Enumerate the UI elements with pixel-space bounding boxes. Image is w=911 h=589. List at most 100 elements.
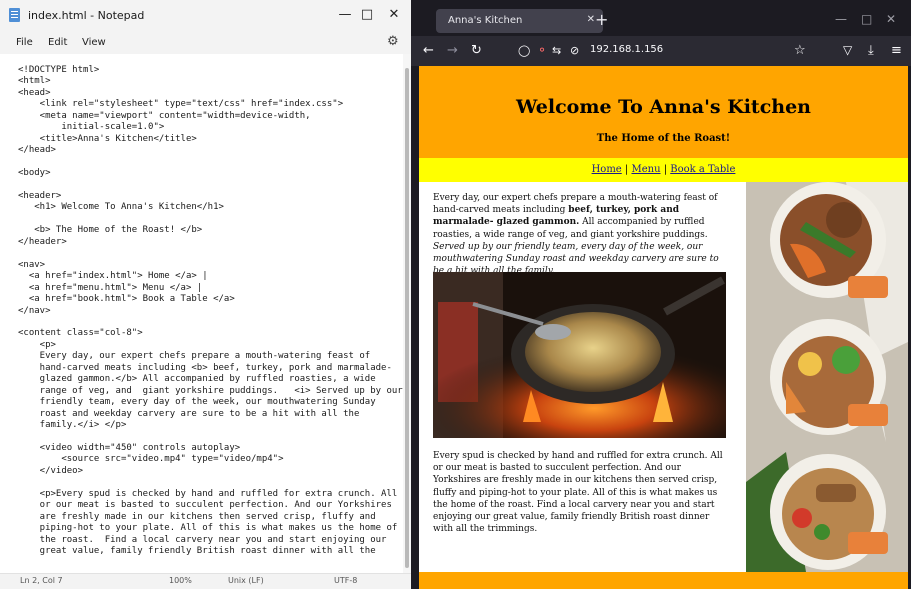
code-line[interactable] <box>18 432 403 443</box>
code-line[interactable]: </video> <box>18 466 403 477</box>
code-line[interactable]: <a href="index.html"> Home </a> | <box>18 271 403 282</box>
tab-close-icon[interactable]: ✕ <box>587 14 595 25</box>
minimize-icon[interactable]: — <box>336 6 354 24</box>
code-line[interactable]: <p>Every spud is checked by hand and ruf… <box>18 489 403 500</box>
forward-arrow-icon[interactable]: → <box>447 43 458 58</box>
code-line[interactable]: </nav> <box>18 306 403 317</box>
menu-view[interactable]: View <box>82 37 106 48</box>
status-encoding: UTF-8 <box>334 576 358 585</box>
code-line[interactable]: <source src="video.mp4" type="video/mp4"… <box>18 454 403 465</box>
code-line[interactable] <box>18 317 403 328</box>
insecure-lock-icon[interactable]: ⚬ <box>537 43 547 57</box>
tab-title: Anna's Kitchen <box>448 15 523 26</box>
code-line[interactable]: piping-hot to your plate. All of this is… <box>18 523 403 534</box>
nav-separator: | <box>621 164 632 175</box>
code-line[interactable]: the roast. Find a local carvery near you… <box>18 535 403 546</box>
nav-link-home[interactable]: Home <box>592 164 622 175</box>
code-line[interactable]: </header> <box>18 237 403 248</box>
scrollbar-thumb[interactable] <box>405 68 409 568</box>
new-tab-icon[interactable]: + <box>595 10 608 29</box>
browser-tab[interactable]: Anna's Kitchen ✕ <box>436 9 603 33</box>
code-line[interactable] <box>18 157 403 168</box>
nav-link-menu[interactable]: Menu <box>631 164 660 175</box>
code-line[interactable]: <video width="450" controls autoplay> <box>18 443 403 454</box>
menu-edit[interactable]: Edit <box>48 37 67 48</box>
code-line[interactable] <box>18 248 403 259</box>
code-line[interactable]: <head> <box>18 88 403 99</box>
cooking-video[interactable] <box>433 272 726 438</box>
code-line[interactable]: <a href="menu.html"> Menu </a> | <box>18 283 403 294</box>
download-icon[interactable]: ⤓ <box>868 43 874 58</box>
code-line[interactable]: roast and weekday carvery are sure to be… <box>18 409 403 420</box>
code-line[interactable]: <b> The Home of the Roast! </b> <box>18 225 403 236</box>
site-header: Welcome To Anna's Kitchen The Home of th… <box>419 66 908 158</box>
notepad-menubar: File Edit View ⚙ <box>0 30 411 54</box>
code-line[interactable]: <title>Anna's Kitchen</title> <box>18 134 403 145</box>
url-bar[interactable]: 192.168.1.156 <box>590 44 663 55</box>
code-line[interactable]: </head> <box>18 145 403 156</box>
status-line-ending: Unix (LF) <box>228 576 264 585</box>
code-line[interactable]: friendly team, every day of the week, ou… <box>18 397 403 408</box>
code-line[interactable]: hand-carved meats including <b> beef, tu… <box>18 363 403 374</box>
code-line[interactable]: <nav> <box>18 260 403 271</box>
code-line[interactable] <box>18 477 403 488</box>
back-arrow-icon[interactable]: ← <box>423 43 434 58</box>
code-line[interactable]: <a href="book.html"> Book a Table </a> <box>18 294 403 305</box>
nav-separator: | <box>660 164 671 175</box>
code-line[interactable]: <html> <box>18 76 403 87</box>
browser-toolbar: ← → ↻ ◯ ⚬ ⇆ ⊘ 192.168.1.156 ☆ ▽ ⤓ ≡ <box>411 36 911 66</box>
page-subtitle: The Home of the Roast! <box>596 133 731 144</box>
settings-gear-icon[interactable]: ⚙ <box>387 34 399 49</box>
shield-icon[interactable]: ◯ <box>518 44 530 57</box>
code-line[interactable]: <content class="col-8"> <box>18 328 403 339</box>
app-menu-icon[interactable]: ≡ <box>891 43 902 58</box>
intro-paragraph: Every day, our expert chefs prepare a mo… <box>433 192 729 277</box>
code-line[interactable]: range of veg, and giant yorkshire puddin… <box>18 386 403 397</box>
code-text[interactable]: <!DOCTYPE html> <html> <head> <link rel="s… <box>18 65 403 557</box>
code-line[interactable]: Every day, our expert chefs prepare a mo… <box>18 351 403 362</box>
code-line[interactable]: family.</i> </p> <box>18 420 403 431</box>
browser-maximize-icon[interactable]: □ <box>861 12 872 26</box>
browser-minimize-icon[interactable]: — <box>835 12 847 26</box>
second-paragraph: Every spud is checked by hand and ruffle… <box>433 451 723 535</box>
code-line[interactable]: <header> <box>18 191 403 202</box>
notepad-editor[interactable]: <!DOCTYPE html> <html> <head> <link rel="s… <box>0 54 403 573</box>
notepad-scrollbar[interactable] <box>403 54 411 573</box>
browser-close-icon[interactable]: ✕ <box>886 12 896 26</box>
notepad-window: index.html - Notepad — □ ✕ File Edit Vie… <box>0 0 411 589</box>
browser-window: Anna's Kitchen ✕ + — □ ✕ ← → ↻ ◯ ⚬ ⇆ ⊘ 1… <box>411 0 911 589</box>
code-line[interactable] <box>18 214 403 225</box>
code-line[interactable] <box>18 180 403 191</box>
web-page: Welcome To Anna's Kitchen The Home of th… <box>419 66 908 589</box>
notepad-statusbar: Ln 2, Col 7 100% Unix (LF) UTF-8 <box>0 573 411 589</box>
no-camera-icon[interactable]: ⊘ <box>570 44 579 57</box>
bookmark-star-icon[interactable]: ☆ <box>794 43 806 58</box>
code-line[interactable]: or our meat is basted to succulent perfe… <box>18 500 403 511</box>
menu-file[interactable]: File <box>16 37 33 48</box>
notepad-title: index.html - Notepad <box>28 9 145 22</box>
maximize-icon[interactable]: □ <box>358 6 376 24</box>
status-zoom: 100% <box>169 576 192 585</box>
code-line[interactable]: great value, family friendly British roa… <box>18 546 403 557</box>
code-line[interactable]: <body> <box>18 168 403 179</box>
permissions-icon[interactable]: ⇆ <box>552 44 561 57</box>
nav-link-book[interactable]: Book a Table <box>670 164 735 175</box>
page-heading: Welcome To Anna's Kitchen <box>516 96 811 118</box>
code-line[interactable]: <link rel="stylesheet" type="text/css" h… <box>18 99 403 110</box>
close-icon[interactable]: ✕ <box>385 6 403 24</box>
pocket-icon[interactable]: ▽ <box>843 43 852 57</box>
status-cursor-position: Ln 2, Col 7 <box>20 576 63 585</box>
code-line[interactable]: glazed gammon.</b> All accompanied by ru… <box>18 374 403 385</box>
code-line[interactable]: <p> <box>18 340 403 351</box>
roast-dinner-plates-image <box>746 182 908 572</box>
code-line[interactable]: initial-scale=1.0"> <box>18 122 403 133</box>
site-footer <box>419 572 908 589</box>
wok-frying-image <box>433 272 726 438</box>
notepad-titlebar[interactable]: index.html - Notepad — □ ✕ <box>0 0 411 30</box>
code-line[interactable]: <h1> Welcome To Anna's Kitchen</h1> <box>18 202 403 213</box>
site-nav: Home | Menu | Book a Table <box>419 158 908 182</box>
reload-icon[interactable]: ↻ <box>471 43 482 58</box>
code-line[interactable]: are freshly made in our kitchens then se… <box>18 512 403 523</box>
code-line[interactable]: <meta name="viewport" content="width=dev… <box>18 111 403 122</box>
code-line[interactable]: <!DOCTYPE html> <box>18 65 403 76</box>
